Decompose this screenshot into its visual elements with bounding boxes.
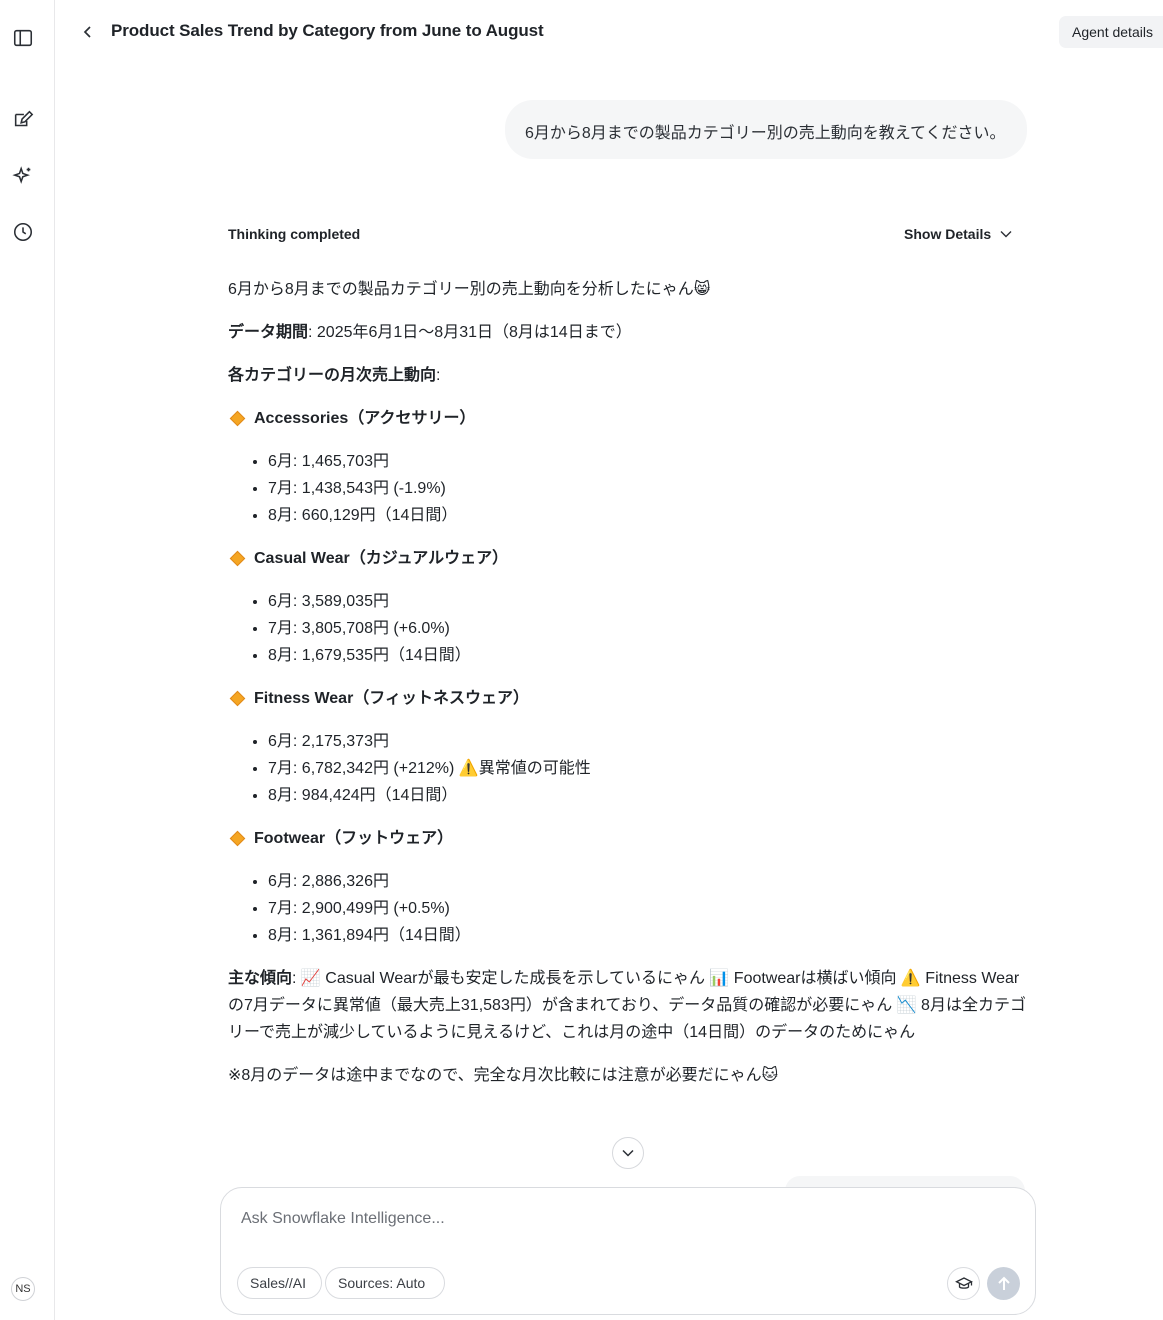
sources-chip[interactable]: Sources: Auto	[325, 1267, 445, 1299]
list-item: 8月: 1,679,535円（14日間）	[268, 642, 1028, 669]
list-item: 6月: 3,589,035円	[268, 588, 1028, 615]
history-icon[interactable]	[11, 220, 35, 244]
chevron-left-icon	[83, 26, 91, 38]
list-item: 6月: 2,886,326円	[268, 868, 1028, 895]
orange-diamond-icon	[229, 690, 246, 707]
answer-note: ※8月のデータは途中までなので、完全な月次比較には注意が必要だにゃん🐱	[228, 1067, 779, 1084]
category-heading: Casual Wear（カジュアルウェア）	[228, 545, 1028, 572]
category-list: 6月: 2,886,326円 7月: 2,900,499円 (+0.5%) 8月…	[268, 868, 1028, 949]
list-item: 8月: 1,361,894円（14日間）	[268, 922, 1028, 949]
category-heading: Fitness Wear（フィットネスウェア）	[228, 685, 1028, 712]
send-button[interactable]	[987, 1267, 1020, 1300]
monthly-suffix: :	[436, 367, 441, 384]
category-name: Casual Wear（カジュアルウェア）	[254, 550, 509, 567]
page-title: Product Sales Trend by Category from Jun…	[111, 21, 544, 40]
list-item: 8月: 984,424円（14日間）	[268, 782, 1028, 809]
list-item: 7月: 6,782,342円 (+212%) ⚠️異常値の可能性	[268, 755, 1028, 782]
sidebar-toggle-icon[interactable]	[11, 26, 35, 50]
list-item: 7月: 1,438,543円 (-1.9%)	[268, 475, 1028, 502]
avatar[interactable]: NS	[11, 1277, 35, 1301]
monthly-heading: 各カテゴリーの月次売上動向:	[228, 362, 1028, 389]
list-item: 7月: 3,805,708円 (+6.0%)	[268, 615, 1028, 642]
category-list: 6月: 3,589,035円 7月: 3,805,708円 (+6.0%) 8月…	[268, 588, 1028, 669]
data-period-label: データ期間	[228, 324, 309, 341]
data-period-value: : 2025年6月1日〜8月31日（8月は14日まで）	[308, 324, 632, 341]
category-name: Accessories（アクセサリー）	[254, 410, 476, 427]
assistant-answer: 6月から8月までの製品カテゴリー別の売上動向を分析したにゃん😸 データ期間: 2…	[228, 276, 1028, 1105]
arrow-up-icon	[997, 1276, 1010, 1290]
list-item: 8月: 660,129円（14日間）	[268, 502, 1028, 529]
user-message: 6月から8月までの製品カテゴリー別の売上動向を教えてください。	[505, 100, 1027, 159]
list-item: 7月: 2,900,499円 (+0.5%)	[268, 895, 1028, 922]
show-details-button[interactable]: Show Details	[904, 226, 1012, 242]
category-heading: Accessories（アクセサリー）	[228, 405, 1028, 432]
research-mode-button[interactable]	[947, 1267, 980, 1300]
data-period: データ期間: 2025年6月1日〜8月31日（8月は14日まで）	[228, 319, 1028, 346]
monthly-label: 各カテゴリーの月次売上動向	[228, 367, 437, 384]
category-name: Fitness Wear（フィットネスウェア）	[254, 690, 529, 707]
composer: Sales//AI Sources: Auto	[220, 1187, 1036, 1315]
show-details-label: Show Details	[904, 226, 992, 242]
category-list: 6月: 2,175,373円 7月: 6,782,342円 (+212%) ⚠️…	[268, 728, 1028, 809]
trends-label: 主な傾向	[228, 970, 293, 987]
chevron-down-icon	[622, 1149, 634, 1157]
agent-details-button[interactable]: Agent details	[1059, 16, 1163, 48]
new-chat-icon[interactable]	[11, 108, 35, 132]
scroll-to-bottom-button[interactable]	[612, 1137, 644, 1169]
sidebar: NS	[0, 0, 55, 1320]
list-item: 6月: 2,175,373円	[268, 728, 1028, 755]
thinking-status: Thinking completed	[228, 226, 361, 242]
orange-diamond-icon	[229, 550, 246, 567]
category-heading: Footwear（フットウェア）	[228, 825, 1028, 852]
chevron-down-icon	[1000, 231, 1012, 238]
orange-diamond-icon	[229, 830, 246, 847]
category-name: Footwear（フットウェア）	[254, 830, 454, 847]
sparkle-icon[interactable]	[11, 164, 35, 188]
chat-input[interactable]	[241, 1210, 1001, 1228]
trends-paragraph: 主な傾向: 📈 Casual Wearが最も安定した成長を示しているにゃん 📊 …	[228, 965, 1028, 1046]
agent-chip[interactable]: Sales//AI	[237, 1267, 322, 1299]
orange-diamond-icon	[229, 410, 246, 427]
trends-text: : 📈 Casual Wearが最も安定した成長を示しているにゃん 📊 Foot…	[228, 970, 1026, 1041]
back-button[interactable]	[80, 22, 96, 42]
list-item: 6月: 1,465,703円	[268, 448, 1028, 475]
answer-intro: 6月から8月までの製品カテゴリー別の売上動向を分析したにゃん😸	[228, 281, 711, 298]
graduation-cap-icon	[954, 1276, 973, 1289]
category-list: 6月: 1,465,703円 7月: 1,438,543円 (-1.9%) 8月…	[268, 448, 1028, 529]
